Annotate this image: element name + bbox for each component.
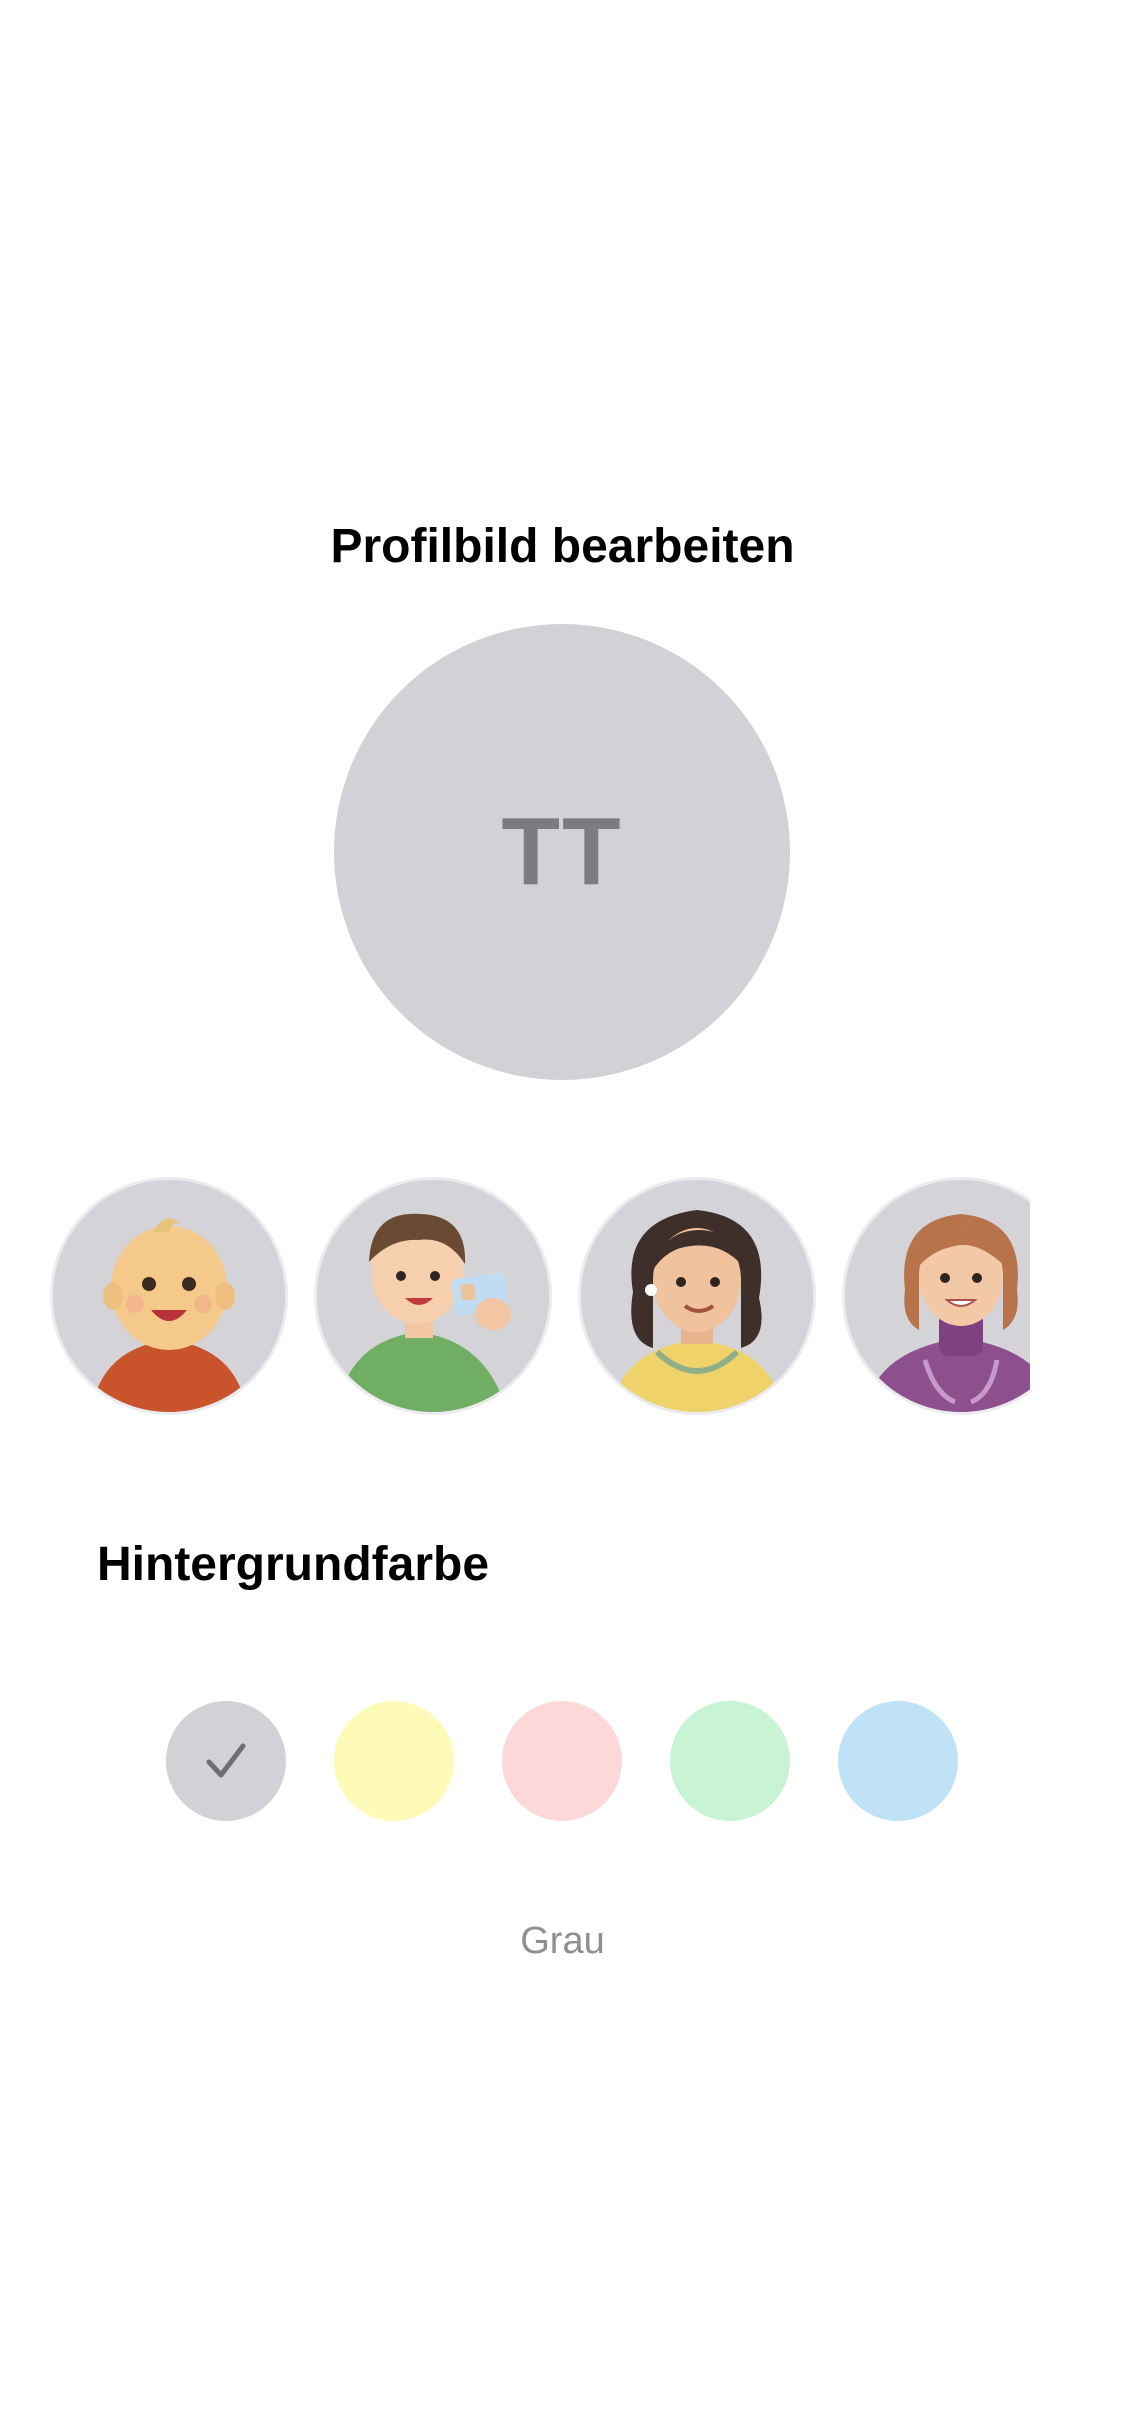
baby-avatar-icon: [53, 1180, 285, 1412]
color-swatch-green[interactable]: [670, 1701, 790, 1821]
checkmark-icon: [206, 1743, 246, 1778]
color-swatch-yellow[interactable]: [334, 1701, 454, 1821]
color-swatch-pink[interactable]: [502, 1701, 622, 1821]
profile-avatar-preview: TT: [334, 624, 790, 1080]
boy-with-id-card-avatar-icon: [317, 1180, 549, 1412]
selected-color-label: Grau: [520, 1920, 605, 1962]
color-swatch-grey[interactable]: [166, 1701, 286, 1821]
avatar-option-baby[interactable]: [50, 1177, 288, 1415]
doctor-with-stethoscope-avatar-icon: [845, 1180, 1030, 1412]
woman-with-curly-hair-avatar-icon: [581, 1180, 813, 1412]
avatar-option-boy[interactable]: [314, 1177, 552, 1415]
avatar-carousel[interactable]: [0, 1175, 1030, 1417]
color-swatch-blue[interactable]: [838, 1701, 958, 1821]
avatar-option-woman[interactable]: [578, 1177, 816, 1415]
background-color-heading: Hintergrundfarbe: [97, 1538, 490, 1591]
page-title: Profilbild bearbeiten: [330, 520, 795, 573]
avatar-option-doctor[interactable]: [842, 1177, 1030, 1415]
profile-initials: TT: [501, 798, 623, 905]
